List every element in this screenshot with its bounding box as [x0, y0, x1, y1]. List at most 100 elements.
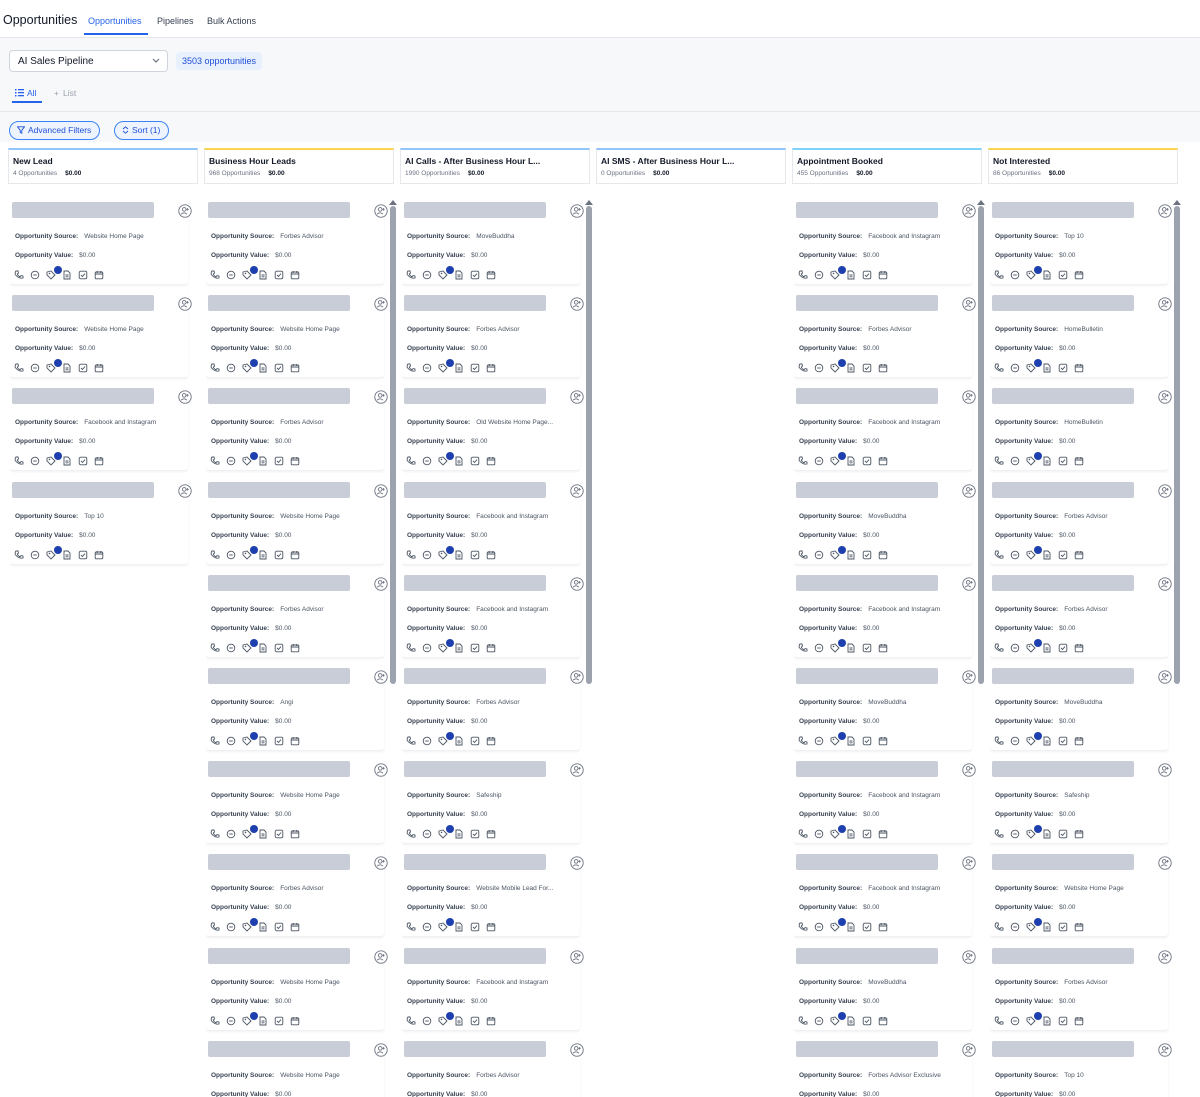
- task-icon[interactable]: [470, 643, 480, 653]
- phone-icon[interactable]: [406, 1016, 416, 1026]
- opportunity-card[interactable]: Opportunity Source: Forbes Advisor Opportu…: [402, 289, 584, 378]
- stage-header[interactable]: Not Interested 86 Opportunities $0.00: [988, 148, 1178, 184]
- assign-user-icon[interactable]: [570, 577, 584, 591]
- calendar-icon[interactable]: [1074, 363, 1084, 373]
- calendar-icon[interactable]: [1074, 922, 1084, 932]
- scroll-up-arrow[interactable]: [1173, 200, 1181, 205]
- notes-icon[interactable]: [1042, 363, 1052, 373]
- notes-icon[interactable]: [1042, 1016, 1052, 1026]
- message-icon[interactable]: [814, 363, 824, 373]
- contact-name-placeholder[interactable]: [404, 668, 546, 684]
- notes-icon[interactable]: [846, 456, 856, 466]
- task-icon[interactable]: [862, 363, 872, 373]
- assign-user-icon[interactable]: [962, 297, 976, 311]
- contact-name-placeholder[interactable]: [208, 854, 350, 870]
- phone-icon[interactable]: [798, 643, 808, 653]
- calendar-icon[interactable]: [290, 456, 300, 466]
- task-icon[interactable]: [78, 456, 88, 466]
- phone-icon[interactable]: [798, 550, 808, 560]
- message-icon[interactable]: [1010, 456, 1020, 466]
- phone-icon[interactable]: [994, 643, 1004, 653]
- assign-user-icon[interactable]: [962, 856, 976, 870]
- assign-user-icon[interactable]: [1158, 204, 1172, 218]
- opportunity-card[interactable]: Opportunity Source: Website Mobile Lead F…: [402, 848, 584, 937]
- calendar-icon[interactable]: [878, 550, 888, 560]
- notes-icon[interactable]: [454, 456, 464, 466]
- contact-name-placeholder[interactable]: [12, 295, 154, 311]
- assign-user-icon[interactable]: [178, 390, 192, 404]
- message-icon[interactable]: [30, 550, 40, 560]
- notes-icon[interactable]: [454, 829, 464, 839]
- notes-icon[interactable]: [258, 922, 268, 932]
- calendar-icon[interactable]: [878, 456, 888, 466]
- task-icon[interactable]: [1058, 829, 1068, 839]
- phone-icon[interactable]: [994, 829, 1004, 839]
- opportunity-card[interactable]: Opportunity Source: Safeship Opportunity V…: [402, 755, 584, 844]
- assign-user-icon[interactable]: [570, 484, 584, 498]
- phone-icon[interactable]: [798, 1016, 808, 1026]
- calendar-icon[interactable]: [94, 270, 104, 280]
- phone-icon[interactable]: [210, 550, 220, 560]
- message-icon[interactable]: [814, 550, 824, 560]
- opportunity-card[interactable]: Opportunity Source: Facebook and Instagra…: [794, 382, 976, 471]
- phone-icon[interactable]: [406, 363, 416, 373]
- message-icon[interactable]: [422, 363, 432, 373]
- phone-icon[interactable]: [994, 550, 1004, 560]
- contact-name-placeholder[interactable]: [208, 295, 350, 311]
- task-icon[interactable]: [862, 736, 872, 746]
- notes-icon[interactable]: [258, 736, 268, 746]
- task-icon[interactable]: [274, 922, 284, 932]
- notes-icon[interactable]: [846, 550, 856, 560]
- opportunity-card[interactable]: Opportunity Source: Top 10 Opportunity Val…: [990, 196, 1172, 285]
- opportunity-card[interactable]: Opportunity Source: Facebook and Instagra…: [10, 382, 192, 471]
- calendar-icon[interactable]: [94, 363, 104, 373]
- notes-icon[interactable]: [258, 829, 268, 839]
- calendar-icon[interactable]: [486, 550, 496, 560]
- column-scrollbar[interactable]: [586, 206, 592, 684]
- notes-icon[interactable]: [846, 270, 856, 280]
- task-icon[interactable]: [862, 643, 872, 653]
- contact-name-placeholder[interactable]: [208, 761, 350, 777]
- task-icon[interactable]: [470, 270, 480, 280]
- task-icon[interactable]: [274, 363, 284, 373]
- task-icon[interactable]: [470, 829, 480, 839]
- notes-icon[interactable]: [846, 1016, 856, 1026]
- notes-icon[interactable]: [454, 270, 464, 280]
- task-icon[interactable]: [274, 456, 284, 466]
- assign-user-icon[interactable]: [374, 484, 388, 498]
- assign-user-icon[interactable]: [962, 204, 976, 218]
- assign-user-icon[interactable]: [374, 577, 388, 591]
- message-icon[interactable]: [814, 456, 824, 466]
- assign-user-icon[interactable]: [178, 484, 192, 498]
- assign-user-icon[interactable]: [374, 763, 388, 777]
- notes-icon[interactable]: [454, 922, 464, 932]
- contact-name-placeholder[interactable]: [404, 388, 546, 404]
- notes-icon[interactable]: [62, 270, 72, 280]
- phone-icon[interactable]: [210, 736, 220, 746]
- opportunity-card[interactable]: Opportunity Source: Forbes Advisor Opportu…: [206, 196, 388, 285]
- phone-icon[interactable]: [210, 270, 220, 280]
- phone-icon[interactable]: [994, 736, 1004, 746]
- opportunity-card[interactable]: Opportunity Source: MoveBuddha Opportunity…: [402, 196, 584, 285]
- calendar-icon[interactable]: [486, 829, 496, 839]
- assign-user-icon[interactable]: [1158, 763, 1172, 777]
- contact-name-placeholder[interactable]: [208, 948, 350, 964]
- message-icon[interactable]: [226, 922, 236, 932]
- opportunity-card[interactable]: Opportunity Source: Top 10 Opportunity Val…: [10, 476, 192, 565]
- contact-name-placeholder[interactable]: [796, 388, 938, 404]
- contact-name-placeholder[interactable]: [796, 295, 938, 311]
- contact-name-placeholder[interactable]: [796, 668, 938, 684]
- stage-header[interactable]: AI SMS - After Business Hour L... 0 Oppor…: [596, 148, 786, 184]
- assign-user-icon[interactable]: [374, 856, 388, 870]
- phone-icon[interactable]: [798, 270, 808, 280]
- assign-user-icon[interactable]: [962, 577, 976, 591]
- phone-icon[interactable]: [210, 1016, 220, 1026]
- notes-icon[interactable]: [1042, 643, 1052, 653]
- message-icon[interactable]: [1010, 1016, 1020, 1026]
- phone-icon[interactable]: [798, 922, 808, 932]
- message-icon[interactable]: [30, 270, 40, 280]
- tab-bulk-actions[interactable]: Bulk Actions: [207, 16, 256, 26]
- contact-name-placeholder[interactable]: [404, 854, 546, 870]
- calendar-icon[interactable]: [290, 643, 300, 653]
- calendar-icon[interactable]: [878, 736, 888, 746]
